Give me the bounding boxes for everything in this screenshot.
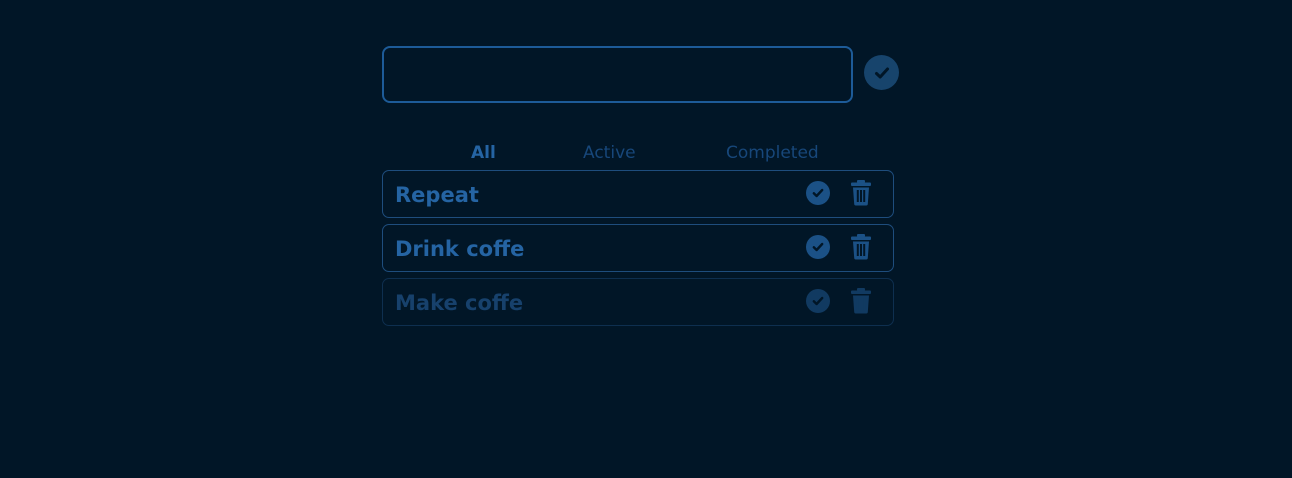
add-todo-button[interactable] bbox=[864, 55, 899, 90]
todo-item-completed: Make coffe bbox=[382, 278, 894, 326]
trash-icon bbox=[851, 234, 871, 260]
trash-icon bbox=[851, 180, 871, 206]
tab-completed[interactable]: Completed bbox=[726, 140, 819, 166]
check-icon bbox=[812, 242, 824, 252]
delete-todo-button[interactable] bbox=[850, 234, 872, 260]
delete-todo-button[interactable] bbox=[850, 288, 872, 314]
tab-active[interactable]: Active bbox=[583, 140, 636, 166]
new-todo-input[interactable] bbox=[382, 46, 853, 103]
todo-item: Drink coffe bbox=[382, 224, 894, 272]
check-icon bbox=[812, 296, 824, 306]
complete-todo-button[interactable] bbox=[806, 181, 830, 205]
complete-todo-button[interactable] bbox=[806, 289, 830, 313]
delete-todo-button[interactable] bbox=[850, 180, 872, 206]
todo-text: Make coffe bbox=[395, 291, 524, 315]
tab-all[interactable]: All bbox=[471, 140, 496, 166]
check-icon bbox=[812, 188, 824, 198]
new-todo-row bbox=[382, 46, 902, 103]
trash-icon bbox=[851, 288, 871, 314]
todo-list: Repeat Drink coffe Make coffe bbox=[382, 170, 894, 332]
todo-item: Repeat bbox=[382, 170, 894, 218]
filter-tabs: All Active Completed bbox=[382, 140, 894, 166]
todo-text: Drink coffe bbox=[395, 237, 525, 261]
todo-app: All Active Completed Repeat Drink coffe … bbox=[0, 0, 1292, 478]
todo-text: Repeat bbox=[395, 183, 479, 207]
complete-todo-button[interactable] bbox=[806, 235, 830, 259]
check-icon bbox=[874, 67, 889, 78]
